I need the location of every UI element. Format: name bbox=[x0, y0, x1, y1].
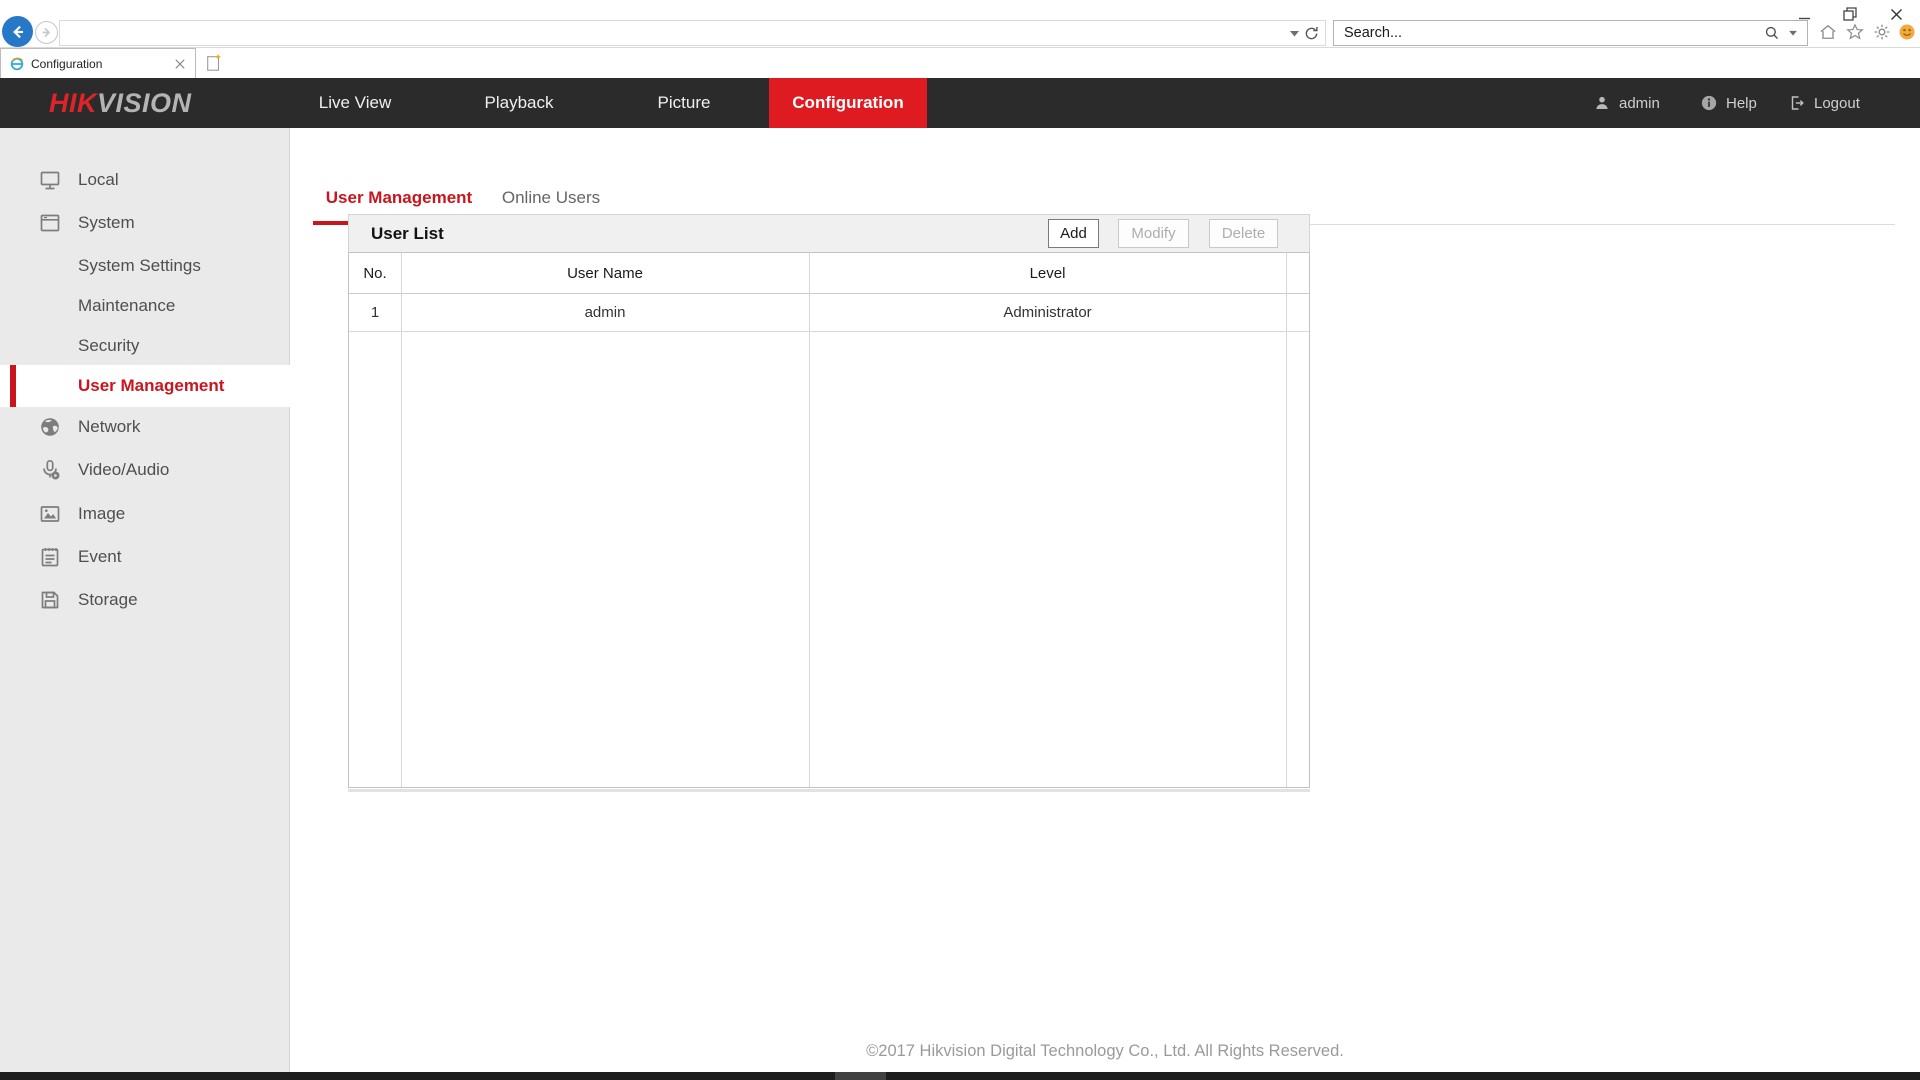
account-user[interactable]: admin bbox=[1593, 78, 1660, 128]
taskbar-edge bbox=[0, 1072, 1920, 1080]
user-table: No. User Name Level 1 admin Administrato… bbox=[348, 252, 1310, 788]
window-minimize-button[interactable] bbox=[1789, 2, 1819, 26]
image-icon bbox=[38, 502, 62, 526]
sidebar-item-system[interactable]: System bbox=[0, 202, 290, 244]
nav-playback[interactable]: Playback bbox=[459, 78, 579, 128]
nav-live-view[interactable]: Live View bbox=[295, 78, 415, 128]
address-input[interactable] bbox=[66, 22, 1266, 44]
browser-tab-configuration[interactable]: Configuration bbox=[0, 48, 196, 78]
header-no: No. bbox=[349, 253, 401, 293]
address-dropdown-icon[interactable] bbox=[1290, 30, 1299, 37]
nav-picture[interactable]: Picture bbox=[624, 78, 744, 128]
add-button[interactable]: Add bbox=[1048, 219, 1099, 248]
refresh-icon[interactable] bbox=[1302, 24, 1321, 43]
monitor-icon bbox=[38, 168, 62, 192]
logout-link[interactable]: Logout bbox=[1788, 78, 1860, 128]
sidebar-item-user-management[interactable]: User Management bbox=[0, 365, 290, 407]
header-level: Level bbox=[809, 253, 1286, 293]
cell-user-name: admin bbox=[401, 294, 809, 331]
browser-toolbar bbox=[0, 0, 1920, 48]
forward-arrow-icon bbox=[39, 25, 54, 40]
header-user-name: User Name bbox=[401, 253, 809, 293]
panel-title: User List bbox=[371, 224, 444, 244]
cell-level: Administrator bbox=[809, 294, 1286, 331]
system-window-icon bbox=[38, 211, 62, 235]
window-close-button[interactable] bbox=[1881, 2, 1911, 26]
table-row[interactable]: 1 admin Administrator bbox=[349, 294, 1309, 331]
info-icon bbox=[1700, 94, 1718, 112]
copyright-footer: ©2017 Hikvision Digital Technology Co., … bbox=[290, 1042, 1920, 1061]
search-dropdown-icon[interactable] bbox=[1789, 30, 1797, 36]
hikvision-web-app: Configuration HIKVISION Live View Playba… bbox=[0, 0, 1920, 1080]
window-restore-button[interactable] bbox=[1835, 2, 1865, 26]
taskbar-active-segment bbox=[835, 1072, 886, 1080]
sidebar-item-video-audio[interactable]: Video/Audio bbox=[0, 449, 290, 491]
sidebar: Local System System Settings Maintenance… bbox=[0, 128, 290, 1072]
browser-forward-button[interactable] bbox=[35, 21, 58, 44]
column-divider bbox=[401, 253, 402, 787]
column-divider bbox=[809, 253, 810, 787]
user-list-panel-header: User List Add Modify Delete bbox=[348, 214, 1310, 252]
logo-hik: HIK bbox=[49, 88, 97, 119]
search-input[interactable] bbox=[1344, 22, 1714, 44]
logout-icon bbox=[1788, 94, 1806, 112]
sidebar-item-storage[interactable]: Storage bbox=[0, 579, 290, 621]
sidebar-item-system-settings[interactable]: System Settings bbox=[0, 245, 290, 287]
globe-icon bbox=[38, 415, 62, 439]
storage-floppy-icon bbox=[38, 588, 62, 612]
event-calendar-icon bbox=[38, 545, 62, 569]
tab-title: Configuration bbox=[31, 57, 175, 71]
tab-close-icon[interactable] bbox=[175, 59, 185, 69]
logo-vision: VISION bbox=[97, 88, 192, 119]
search-icon[interactable] bbox=[1763, 24, 1781, 42]
sidebar-item-maintenance[interactable]: Maintenance bbox=[0, 285, 290, 327]
column-divider bbox=[1286, 253, 1287, 787]
help-link[interactable]: Help bbox=[1700, 78, 1757, 128]
new-tab-button[interactable] bbox=[202, 51, 226, 75]
sidebar-item-security[interactable]: Security bbox=[0, 325, 290, 367]
microphone-icon bbox=[38, 458, 62, 482]
row-divider bbox=[349, 331, 1309, 332]
browser-back-button[interactable] bbox=[2, 16, 33, 47]
delete-button[interactable]: Delete bbox=[1209, 219, 1278, 248]
sidebar-item-event[interactable]: Event bbox=[0, 536, 290, 578]
ie-favicon bbox=[9, 56, 25, 72]
nav-configuration[interactable]: Configuration bbox=[769, 78, 927, 128]
hikvision-logo: HIKVISION bbox=[49, 78, 192, 128]
sidebar-item-network[interactable]: Network bbox=[0, 406, 290, 448]
address-bar[interactable] bbox=[59, 20, 1326, 46]
selected-indicator bbox=[10, 365, 16, 407]
table-bottom-shadow bbox=[348, 789, 1310, 792]
cell-no: 1 bbox=[349, 294, 401, 331]
modify-button[interactable]: Modify bbox=[1118, 219, 1189, 248]
user-icon bbox=[1593, 94, 1611, 112]
main-navbar: HIKVISION Live View Playback Picture Con… bbox=[0, 78, 1920, 128]
back-arrow-icon bbox=[8, 22, 28, 42]
sidebar-item-image[interactable]: Image bbox=[0, 493, 290, 535]
browser-tab-bar: Configuration bbox=[0, 48, 1920, 78]
sidebar-item-local[interactable]: Local bbox=[0, 159, 290, 201]
search-box[interactable] bbox=[1333, 20, 1808, 46]
